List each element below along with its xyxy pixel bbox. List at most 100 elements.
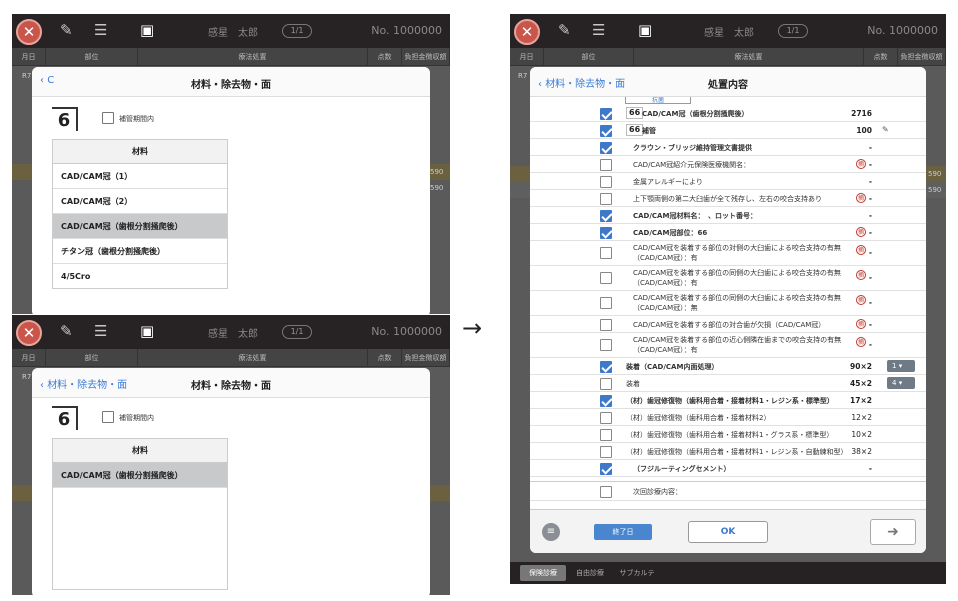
list-icon[interactable]: ☰ bbox=[94, 322, 107, 340]
close-button[interactable]: ✕ bbox=[16, 19, 42, 45]
maintenance-period-checkbox[interactable] bbox=[102, 411, 114, 423]
page-indicator[interactable]: 1/1 bbox=[778, 24, 808, 38]
tooth-input[interactable]: 66 bbox=[626, 107, 644, 119]
treatment-row[interactable]: CAD/CAM冠材料名： 、ロット番号： - bbox=[530, 207, 926, 224]
row-checkbox[interactable] bbox=[600, 142, 612, 154]
tab-self-pay[interactable]: 自由診療 bbox=[570, 565, 610, 581]
list-icon[interactable]: ☰ bbox=[94, 21, 107, 39]
close-button[interactable]: ✕ bbox=[16, 320, 42, 346]
page-indicator[interactable]: 1/1 bbox=[282, 24, 312, 38]
material-item-selected[interactable]: CAD/CAM冠（歯根分割掻爬後） bbox=[53, 463, 227, 488]
row-checkbox[interactable] bbox=[600, 108, 612, 120]
row-checkbox[interactable] bbox=[600, 193, 612, 205]
row-checkbox[interactable] bbox=[600, 159, 612, 171]
treatment-row[interactable]: CAD/CAM冠を装着する部位の同側の大臼歯による咬合支持の有無（CAD/CAM… bbox=[530, 266, 926, 291]
row-checkbox[interactable] bbox=[600, 486, 612, 498]
material-item-selected[interactable]: CAD/CAM冠（歯根分割掻爬後） bbox=[53, 214, 227, 239]
row-checkbox[interactable] bbox=[600, 319, 612, 331]
row-text: （材）歯冠修復物（歯科用合着・接着材料2） bbox=[626, 414, 771, 422]
treatment-row[interactable]: 次回診療内容： bbox=[530, 481, 926, 501]
treatment-row[interactable]: CAD/CAM冠を装着する部位の同側の大臼歯による咬合支持の有無（CAD/CAM… bbox=[530, 291, 926, 316]
patient-number: No. 1000000 bbox=[371, 24, 442, 37]
row-checkbox[interactable] bbox=[600, 210, 612, 222]
tab-insurance[interactable]: 保険診療 bbox=[520, 565, 566, 581]
material-item[interactable]: チタン冠（歯根分割掻爬後） bbox=[53, 239, 227, 264]
row-checkbox[interactable] bbox=[600, 361, 612, 373]
row-checkbox[interactable] bbox=[600, 446, 612, 458]
search-document-icon[interactable]: ▣ bbox=[638, 21, 652, 39]
count-dropdown[interactable]: 4 ▾ bbox=[887, 377, 915, 389]
treatment-row[interactable]: CAD/CAM冠部位：66 摘 - bbox=[530, 224, 926, 241]
row-text: 装着（CAD/CAM内面処理） bbox=[626, 363, 719, 371]
grid-header: 月日 部位 療法処置 点数 負担金徴収額 bbox=[510, 48, 946, 66]
row-text: CAD/CAM冠を装着する部位の同側の大臼歯による咬合支持の有無（CAD/CAM… bbox=[633, 269, 841, 287]
next-button[interactable]: ➜ bbox=[870, 519, 916, 545]
edit-off-icon[interactable]: ✎ bbox=[60, 322, 73, 340]
ok-button[interactable]: OK bbox=[688, 521, 768, 543]
treatment-row[interactable]: クラウン・ブリッジ維持管理文書提供 - bbox=[530, 139, 926, 156]
treatment-row[interactable]: （材）歯冠修復物（歯科用合着・接着材料1・グラス系・標準型） 10×2 bbox=[530, 426, 926, 443]
pencil-icon[interactable]: ✎ bbox=[882, 125, 889, 134]
count-dropdown[interactable]: 1 ▾ bbox=[887, 360, 915, 372]
row-checkbox[interactable] bbox=[600, 412, 612, 424]
row-points: - bbox=[868, 320, 872, 329]
treatment-row[interactable]: CAD/CAM冠を装着する部位の近心側隣在歯までの咬合支持の有無（CAD/CAM… bbox=[530, 333, 926, 358]
row-checkbox[interactable] bbox=[600, 339, 612, 351]
modal-title: 材料・除去物・面 bbox=[191, 80, 271, 91]
treatment-row[interactable]: （材）歯冠修復物（歯科用合着・接着材料1・レジン系・標準型） 17×2 bbox=[530, 392, 926, 409]
treatment-row[interactable]: CAD/CAM冠紹介元保険医療機関名： 摘 - bbox=[530, 156, 926, 173]
row-checkbox[interactable] bbox=[600, 125, 612, 137]
grid-header-date: 月日 bbox=[12, 48, 46, 66]
tab-sub-chart[interactable]: サブカルテ bbox=[614, 565, 660, 581]
treatment-row[interactable]: 66 CAD/CAM冠（歯根分割掻爬後） 2716 bbox=[530, 105, 926, 122]
row-checkbox[interactable] bbox=[600, 272, 612, 284]
treatment-row[interactable]: （材）歯冠修復物（歯科用合着・接着材料1・レジン系・自動練和型） 38×2 bbox=[530, 443, 926, 460]
row-checkbox[interactable] bbox=[600, 227, 612, 239]
row-text: CAD/CAM冠（歯根分割掻爬後） bbox=[642, 110, 749, 118]
row-points: - bbox=[868, 273, 872, 282]
row-checkbox[interactable] bbox=[600, 176, 612, 188]
treatment-row[interactable]: CAD/CAM冠を装着する部位の対側の大臼歯による咬合支持の有無（CAD/CAM… bbox=[530, 241, 926, 266]
treatment-row[interactable]: 装着 45×2 4 ▾ bbox=[530, 375, 926, 392]
row-checkbox[interactable] bbox=[600, 247, 612, 259]
row-checkbox[interactable] bbox=[600, 378, 612, 390]
row-checkbox[interactable] bbox=[600, 429, 612, 441]
row-text: CAD/CAM冠部位：66 bbox=[633, 229, 708, 237]
material-item[interactable]: CAD/CAM冠（2） bbox=[53, 189, 227, 214]
treatment-row[interactable]: （材）歯冠修復物（歯科用合着・接着材料2） 12×2 bbox=[530, 409, 926, 426]
material-item[interactable]: 4/5Cro bbox=[53, 264, 227, 289]
row-text: CAD/CAM冠を装着する部位の対側の大臼歯による咬合支持の有無（CAD/CAM… bbox=[633, 244, 841, 262]
row-checkbox[interactable] bbox=[600, 297, 612, 309]
treatment-row[interactable]: CAD/CAM冠を装着する部位の対合歯が欠損（CAD/CAM冠） 摘 - bbox=[530, 316, 926, 333]
treatment-row[interactable]: 金属アレルギーにより - bbox=[530, 173, 926, 190]
close-button[interactable]: ✕ bbox=[514, 19, 540, 45]
row-text: 金属アレルギーにより bbox=[633, 178, 703, 186]
grid-header-points: 点数 bbox=[368, 349, 402, 367]
next-visit-label: 次回診療内容： bbox=[633, 488, 682, 496]
search-document-icon[interactable]: ▣ bbox=[140, 322, 154, 340]
row-points: - bbox=[868, 340, 872, 349]
end-day-button[interactable]: 終了日 bbox=[594, 524, 652, 540]
patient-number: No. 1000000 bbox=[867, 24, 938, 37]
row-checkbox[interactable] bbox=[600, 463, 612, 475]
row-checkbox[interactable] bbox=[600, 395, 612, 407]
partial-tab[interactable]: 抗菌 bbox=[625, 97, 691, 104]
edit-off-icon[interactable]: ✎ bbox=[60, 21, 73, 39]
grid-header-charge: 負担金徴収額 bbox=[402, 349, 450, 367]
treatment-list: 抗菌 66 CAD/CAM冠（歯根分割掻爬後） 2716 66 補管 100 ✎… bbox=[530, 97, 926, 509]
list-icon[interactable]: ☰ bbox=[592, 21, 605, 39]
tooth-input[interactable]: 66 bbox=[626, 124, 644, 136]
treatment-row[interactable]: （フジルーティングセメント） - bbox=[530, 460, 926, 477]
search-document-icon[interactable]: ▣ bbox=[140, 21, 154, 39]
grid-header: 月日 部位 療法処置 点数 負担金徴収額 bbox=[12, 349, 450, 367]
treatment-row[interactable]: 装着（CAD/CAM内面処理） 90×2 1 ▾ bbox=[530, 358, 926, 375]
page-indicator[interactable]: 1/1 bbox=[282, 325, 312, 339]
grid-header-site: 部位 bbox=[544, 48, 634, 66]
maintenance-period-label: 補管期間内 bbox=[119, 414, 154, 422]
edit-off-icon[interactable]: ✎ bbox=[558, 21, 571, 39]
maintenance-period-checkbox[interactable] bbox=[102, 112, 114, 124]
memo-icon[interactable]: ≡ bbox=[542, 523, 560, 541]
treatment-row[interactable]: 上下顎両側の第二大臼歯が全て残存し、左右の咬合支持あり 摘 - bbox=[530, 190, 926, 207]
material-item[interactable]: CAD/CAM冠（1） bbox=[53, 164, 227, 189]
treatment-row[interactable]: 66 補管 100 ✎ bbox=[530, 122, 926, 139]
